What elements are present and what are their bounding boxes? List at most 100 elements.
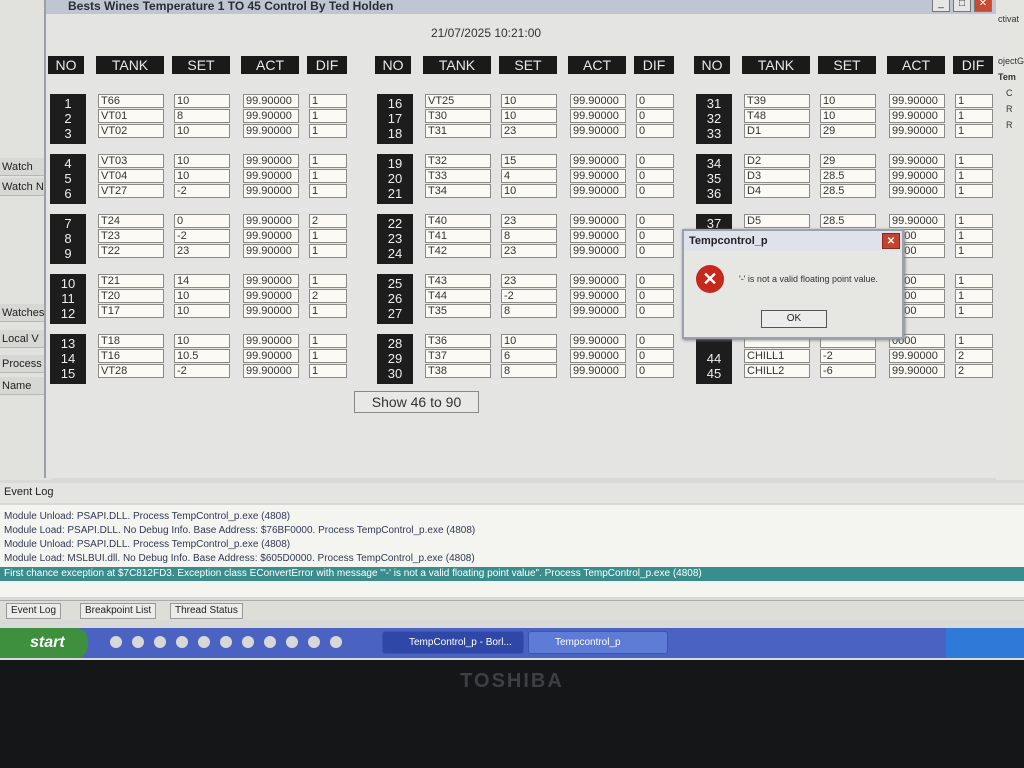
tank-set-cell[interactable]: 0: [174, 214, 230, 228]
tank-number-block: 25 26 27: [377, 274, 413, 324]
tank-act-cell: 99.90000: [570, 289, 626, 303]
project-subitem[interactable]: R: [1006, 120, 1013, 130]
tank-set-cell[interactable]: 10: [174, 94, 230, 108]
tank-set-cell[interactable]: 10: [174, 154, 230, 168]
quicklaunch-icon[interactable]: [198, 636, 210, 648]
quicklaunch-icon[interactable]: [220, 636, 232, 648]
tank-number: 26: [387, 291, 403, 306]
quicklaunch-icon[interactable]: [154, 636, 166, 648]
minimize-icon[interactable]: _: [932, 0, 950, 12]
project-item[interactable]: Tem: [998, 72, 1016, 82]
tank-dif-cell: 1: [309, 349, 347, 363]
ok-button[interactable]: OK: [761, 310, 827, 328]
folder-icon[interactable]: [330, 636, 342, 648]
tank-set-cell[interactable]: 10: [501, 334, 557, 348]
browser-icon[interactable]: [308, 636, 320, 648]
tank-act-cell: 99.90000: [570, 304, 626, 318]
browser-icon[interactable]: [286, 636, 298, 648]
tank-tank-cell: T42: [425, 244, 491, 258]
tank-set-cell[interactable]: -2: [174, 184, 230, 198]
maximize-icon[interactable]: □: [953, 0, 971, 12]
tank-set-cell[interactable]: 23: [501, 244, 557, 258]
tank-set-cell[interactable]: 29: [820, 124, 876, 138]
tank-dif-cell: 1: [309, 229, 347, 243]
tank-set-cell[interactable]: 23: [501, 214, 557, 228]
tank-set-cell[interactable]: 10: [174, 304, 230, 318]
tank-number: 35: [706, 171, 722, 186]
tank-tank-cell: VT27: [98, 184, 164, 198]
tab-breakpoint-list[interactable]: Breakpoint List: [80, 603, 157, 619]
tank-set-cell[interactable]: 23: [501, 274, 557, 288]
tank-dif-cell: 1: [309, 184, 347, 198]
tank-dif-cell: 0: [636, 169, 674, 183]
tank-act-cell: 99.90000: [243, 124, 299, 138]
browser-icon[interactable]: [264, 636, 276, 648]
tank-tank-cell: VT02: [98, 124, 164, 138]
tank-set-cell[interactable]: 10: [820, 94, 876, 108]
tank-number: 44: [706, 351, 722, 366]
tank-act-cell: 99.90000: [243, 349, 299, 363]
tank-set-cell[interactable]: 10: [174, 169, 230, 183]
tank-set-cell[interactable]: 28.5: [820, 214, 876, 228]
tank-set-cell[interactable]: -2: [174, 364, 230, 378]
header-dif: DIF: [307, 56, 347, 74]
dialog-message: '-' is not a valid floating point value.: [739, 274, 879, 284]
tank-tank-cell: VT28: [98, 364, 164, 378]
start-button[interactable]: start: [0, 628, 88, 658]
tank-act-cell: 99.90000: [243, 364, 299, 378]
tank-set-cell[interactable]: 10.5: [174, 349, 230, 363]
tank-dif-cell: 0: [636, 304, 674, 318]
tank-set-cell[interactable]: 10: [501, 109, 557, 123]
project-subitem[interactable]: R: [1006, 104, 1013, 114]
tank-set-cell[interactable]: 6: [501, 349, 557, 363]
tank-tank-cell: T31: [425, 124, 491, 138]
tab-event-log[interactable]: Event Log: [6, 603, 62, 619]
tank-set-cell[interactable]: -2: [501, 289, 557, 303]
tank-set-cell[interactable]: 28.5: [820, 169, 876, 183]
tank-set-cell[interactable]: 8: [501, 304, 557, 318]
system-tray[interactable]: [946, 628, 1024, 658]
tank-set-cell[interactable]: 23: [174, 244, 230, 258]
tank-set-cell[interactable]: -2: [174, 229, 230, 243]
tank-tank-cell: T41: [425, 229, 491, 243]
tank-set-cell[interactable]: 10: [820, 109, 876, 123]
tank-set-cell[interactable]: -6: [820, 364, 876, 378]
tab-thread-status[interactable]: Thread Status: [170, 603, 243, 619]
quicklaunch-icon[interactable]: [132, 636, 144, 648]
tank-set-cell[interactable]: 10: [174, 289, 230, 303]
tank-set-cell[interactable]: 28.5: [820, 184, 876, 198]
tank-set-cell[interactable]: -2: [820, 349, 876, 363]
tank-act-cell: 99.90000: [243, 274, 299, 288]
tank-set-cell[interactable]: 8: [501, 229, 557, 243]
tank-set-cell[interactable]: 23: [501, 124, 557, 138]
tank-set-cell[interactable]: 4: [501, 169, 557, 183]
tank-set-cell[interactable]: 8: [174, 109, 230, 123]
tank-set-cell[interactable]: 14: [174, 274, 230, 288]
tank-tank-cell: T33: [425, 169, 491, 183]
taskbar-item-ide[interactable]: TempControl_p - Borl...: [382, 631, 524, 654]
dialog-close-icon[interactable]: ✕: [882, 233, 900, 249]
quicklaunch-icon[interactable]: [242, 636, 254, 648]
tank-number: 11: [61, 291, 75, 306]
show-next-button[interactable]: Show 46 to 90: [354, 391, 479, 413]
tank-number: 7: [64, 216, 72, 231]
tank-act-cell: 99.90000: [243, 214, 299, 228]
tank-number: 29: [387, 351, 403, 366]
taskbar-item-tempcontrol[interactable]: Tempcontrol_p: [528, 631, 668, 654]
log-line-selected[interactable]: First chance exception at $7C812FD3. Exc…: [0, 567, 1024, 581]
quicklaunch-icon[interactable]: [176, 636, 188, 648]
quicklaunch-icon[interactable]: [110, 636, 122, 648]
tank-set-cell[interactable]: 10: [501, 184, 557, 198]
tank-tank-cell: VT04: [98, 169, 164, 183]
tank-set-cell[interactable]: 10: [174, 334, 230, 348]
tank-set-cell[interactable]: 8: [501, 364, 557, 378]
tank-act-cell: 99.90000: [889, 154, 945, 168]
close-icon[interactable]: ✕: [974, 0, 992, 12]
tank-set-cell[interactable]: 15: [501, 154, 557, 168]
tank-set-cell[interactable]: 10: [501, 94, 557, 108]
tank-tank-cell: CHILL1: [744, 349, 810, 363]
tank-set-cell[interactable]: 29: [820, 154, 876, 168]
tank-set-cell[interactable]: 10: [174, 124, 230, 138]
event-log[interactable]: Module Unload: PSAPI.DLL. Process TempCo…: [0, 505, 1024, 597]
project-subitem[interactable]: C: [1006, 88, 1013, 98]
